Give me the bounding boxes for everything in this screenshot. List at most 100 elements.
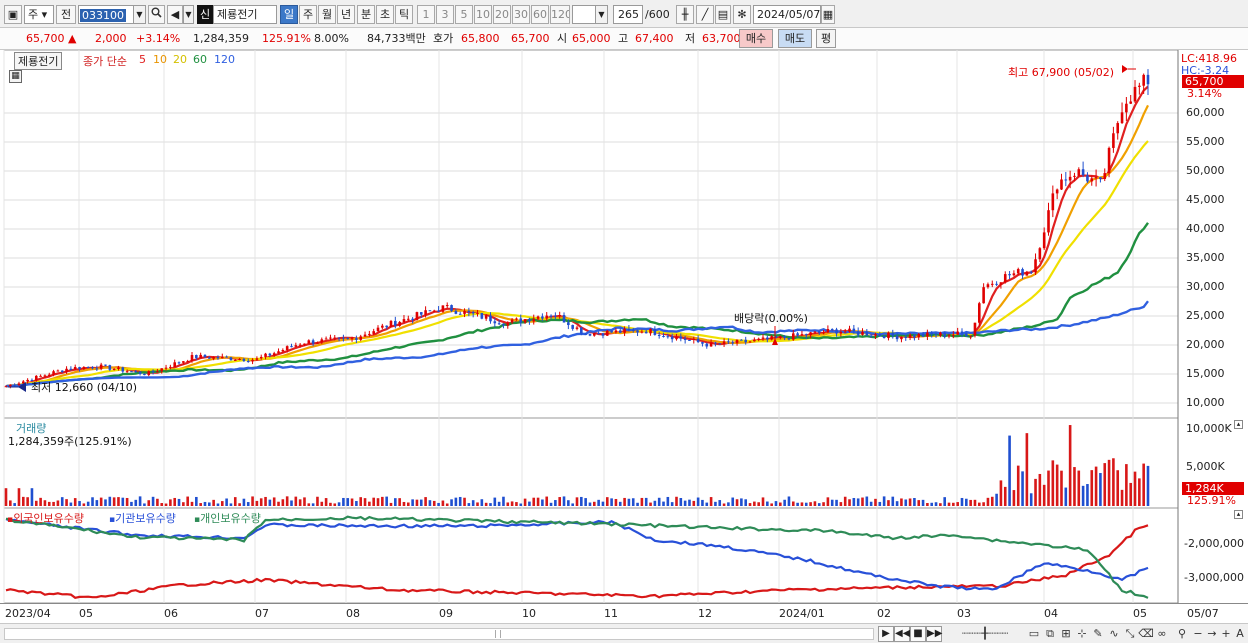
- volume-bar: [683, 500, 687, 506]
- stock-tag[interactable]: 제룡전기: [14, 52, 63, 70]
- period-tab-minute[interactable]: 분: [357, 5, 375, 24]
- period-tab-year[interactable]: 년: [337, 5, 355, 24]
- step-back-icon[interactable]: ◀◀: [894, 626, 910, 642]
- interval-120[interactable]: 120: [550, 5, 570, 24]
- scroll-thumb[interactable]: [495, 630, 501, 638]
- period-tab-month[interactable]: 월: [318, 5, 336, 24]
- x-label: 2023/04: [5, 607, 51, 620]
- horizontal-scrollbar[interactable]: [4, 628, 874, 640]
- save-icon[interactable]: ▤: [715, 5, 731, 24]
- volume-bar: [804, 502, 808, 506]
- candle-type-icon[interactable]: ╫: [676, 5, 694, 24]
- scroll-right-icon[interactable]: ▶: [878, 626, 894, 642]
- zoom-search-icon[interactable]: ⚲: [1174, 626, 1190, 642]
- copy-icon[interactable]: ⧉: [1042, 626, 1058, 642]
- stock-code-dropdown-icon[interactable]: ▼: [133, 5, 146, 24]
- step-forward-icon[interactable]: ▶▶: [926, 626, 942, 642]
- candle-body: [735, 339, 739, 344]
- high-price: 67,400: [635, 32, 674, 45]
- interval-dropdown-icon[interactable]: ▼: [595, 5, 608, 24]
- volume-bar: [437, 502, 440, 506]
- fit-icon[interactable]: ⤡: [1122, 626, 1138, 642]
- period-tab-day[interactable]: 일: [280, 5, 298, 24]
- volume-bar: [108, 496, 112, 506]
- period-tab-second[interactable]: 초: [376, 5, 394, 24]
- draw-icon[interactable]: ✎: [1090, 626, 1106, 642]
- candle-body: [787, 337, 791, 340]
- layout-icon[interactable]: ▭: [1026, 626, 1042, 642]
- volume-bar: [333, 503, 337, 506]
- volume-bar: [203, 501, 207, 506]
- candle-body: [649, 328, 652, 334]
- sell-button[interactable]: 매도: [778, 29, 812, 48]
- count-input[interactable]: 265: [613, 5, 643, 24]
- prev-button[interactable]: 전: [56, 5, 76, 24]
- volume-bar: [874, 498, 877, 506]
- candle-body: [1051, 193, 1055, 211]
- volume-bar: [1068, 425, 1072, 506]
- interval-20[interactable]: 20: [493, 5, 511, 24]
- speaker-icon[interactable]: ◀: [167, 5, 183, 24]
- volume-bar: [220, 501, 224, 506]
- market-select[interactable]: 주 ▾: [24, 5, 54, 24]
- institution-holdings-label: 기관보유수량: [115, 512, 176, 525]
- interval-1[interactable]: 1: [417, 5, 435, 24]
- eraser-icon[interactable]: ⌫: [1138, 626, 1154, 642]
- date-input[interactable]: 2024/05/07: [753, 5, 821, 24]
- volume-bar: [1090, 470, 1094, 506]
- interval-30[interactable]: 30: [512, 5, 530, 24]
- volume-bar: [666, 496, 670, 506]
- zoom-slider[interactable]: ┈┈┈╂┈┈┈: [950, 626, 1020, 642]
- candle-body: [982, 287, 985, 304]
- grid-toggle-icon[interactable]: ▦: [9, 70, 22, 83]
- period-tab-tick[interactable]: 틱: [395, 5, 413, 24]
- stop-icon[interactable]: ■: [910, 626, 926, 642]
- buy-button[interactable]: 매수: [739, 29, 773, 48]
- search-icon[interactable]: [148, 5, 165, 24]
- volume-bar: [852, 497, 856, 506]
- x-label: 11: [604, 607, 618, 620]
- volume-bar: [575, 497, 579, 506]
- candle-body: [160, 368, 164, 372]
- volume-bar: [848, 499, 851, 506]
- candle-body: [164, 367, 168, 369]
- link-icon[interactable]: ∞: [1154, 626, 1170, 642]
- candle-body: [445, 305, 449, 307]
- candle-body: [112, 369, 116, 371]
- volume-pane-close-icon[interactable]: ▴: [1234, 420, 1243, 429]
- interval-10[interactable]: 10: [474, 5, 492, 24]
- eval-button[interactable]: 평: [816, 29, 836, 48]
- speaker-dropdown-icon[interactable]: ▼: [183, 5, 194, 24]
- candle-body: [1086, 175, 1089, 182]
- price-y-tick: 40,000: [1186, 222, 1225, 235]
- volume-bar: [117, 497, 120, 506]
- market-select-label: 주: [28, 8, 39, 21]
- holdings-pane-close-icon[interactable]: ▴: [1234, 510, 1243, 519]
- crosshair-icon[interactable]: ⊹: [1074, 626, 1090, 642]
- volume-bar: [675, 496, 678, 506]
- volume-bar: [208, 502, 211, 506]
- candle-body: [255, 358, 259, 360]
- gear-icon[interactable]: ✻: [733, 5, 751, 24]
- candle-body: [502, 324, 505, 326]
- period-tab-week[interactable]: 주: [299, 5, 317, 24]
- candle-body: [1064, 179, 1068, 181]
- volume-bar: [1133, 471, 1137, 506]
- price-change-pct: +3.14%: [136, 32, 181, 45]
- interval-3[interactable]: 3: [436, 5, 454, 24]
- calendar-icon[interactable]: ▦: [821, 5, 835, 24]
- ma-legend-120: 120: [214, 53, 235, 66]
- candle-body: [813, 331, 817, 333]
- interval-60[interactable]: 60: [531, 5, 549, 24]
- volume-bar: [593, 501, 596, 506]
- window-menu-icon[interactable]: ▣: [4, 5, 22, 24]
- candle-body: [424, 310, 427, 315]
- volume-bar: [9, 500, 12, 506]
- split-icon[interactable]: ⊞: [1058, 626, 1074, 642]
- interval-5[interactable]: 5: [455, 5, 473, 24]
- line-tool-icon[interactable]: ╱: [696, 5, 714, 24]
- font-size-icon[interactable]: A: [1232, 626, 1248, 642]
- candle-body: [65, 368, 68, 372]
- line-draw-icon[interactable]: ∿: [1106, 626, 1122, 642]
- stock-code-input[interactable]: 033100: [78, 5, 134, 24]
